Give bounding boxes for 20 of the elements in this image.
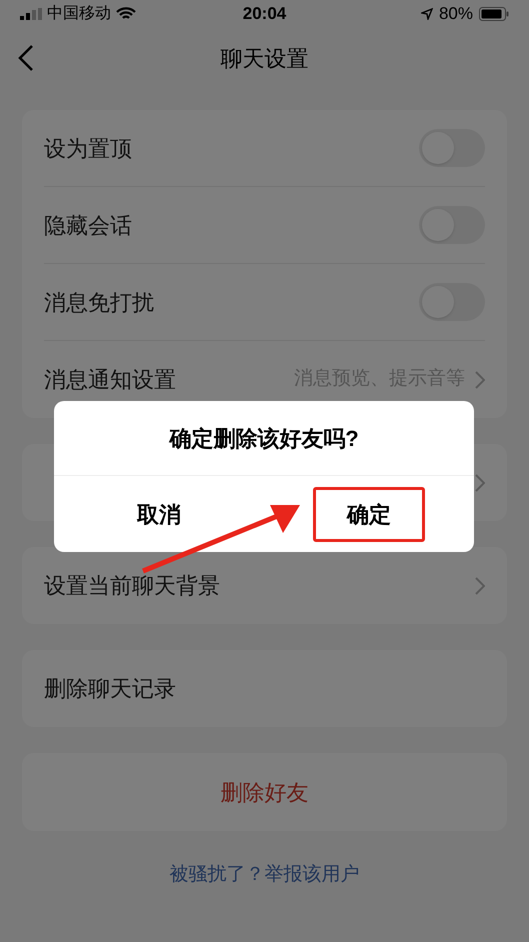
setting-label: 删除聊天记录 xyxy=(44,675,176,703)
page-title: 聊天设置 xyxy=(220,44,308,72)
setting-label: 消息免打扰 xyxy=(44,288,154,316)
setting-label: 设为置顶 xyxy=(44,134,132,162)
chevron-right-icon xyxy=(475,370,485,388)
location-arrow-icon xyxy=(420,8,433,20)
wifi-icon xyxy=(116,7,136,21)
dialog-button[interactable]: 确定 xyxy=(313,486,425,542)
battery-icon xyxy=(479,7,509,21)
chevron-right-icon xyxy=(475,474,485,492)
dialog-title: 确定删除该好友吗? xyxy=(54,401,474,476)
battery-percent: 80% xyxy=(438,3,473,26)
dialog-button[interactable]: 取消 xyxy=(103,486,215,542)
setting-label: 消息通知设置 xyxy=(44,366,176,394)
setting-label: 设置当前聊天背景 xyxy=(44,572,220,600)
carrier-name: 中国移动 xyxy=(47,4,111,24)
clock-time: 20:04 xyxy=(242,3,288,26)
chevron-right-icon xyxy=(475,576,485,594)
signal-icon xyxy=(20,8,42,20)
setting-label: 隐藏会话 xyxy=(44,212,132,240)
